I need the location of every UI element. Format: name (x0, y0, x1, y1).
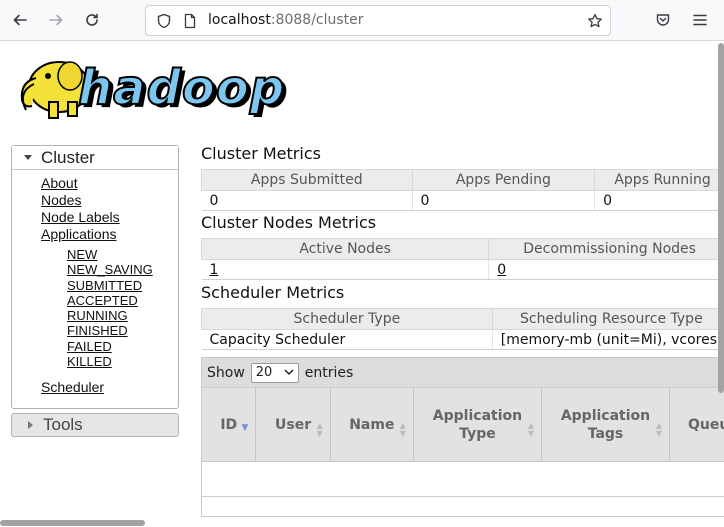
menu-icon[interactable] (692, 12, 708, 28)
page-icon[interactable] (182, 13, 198, 29)
pocket-icon[interactable] (655, 12, 671, 28)
horizontal-scrollbar[interactable] (0, 520, 145, 526)
back-button[interactable] (6, 6, 34, 34)
metrics-header: Apps Pending (411, 169, 596, 191)
app-state-links: NEW NEW_SAVING SUBMITTED ACCEPTED RUNNIN… (67, 247, 153, 369)
cluster-nav-panel: Cluster About Nodes Node Labels Applicat… (11, 145, 179, 409)
metrics-value: 0 (411, 190, 595, 211)
browser-toolbar: localhost:8088/cluster (0, 0, 724, 41)
cluster-metrics-title: Cluster Metrics (201, 144, 321, 163)
page-length-value: 20 (255, 365, 273, 380)
app-state-accepted[interactable]: ACCEPTED (67, 293, 153, 308)
metrics-header: Scheduling Resource Type (491, 308, 724, 330)
column-header-application-tags[interactable]: Application Tags ▲ ▼ (542, 388, 670, 461)
column-header-name[interactable]: Name ▲ ▼ (331, 388, 414, 461)
metrics-value: 0 (594, 190, 724, 211)
nav-link-applications[interactable]: Applications (41, 226, 153, 243)
column-label: Name (349, 416, 395, 433)
cluster-nav-header[interactable]: Cluster (12, 146, 178, 170)
metrics-value: 0 (488, 259, 724, 280)
metrics-header: Active Nodes (200, 238, 490, 260)
scheduler-metrics-title: Scheduler Metrics (201, 283, 345, 302)
column-header-user[interactable]: User ▲ ▼ (256, 388, 331, 461)
tools-nav-title: Tools (43, 415, 83, 434)
sort-both-icon: ▲ ▼ (655, 421, 662, 438)
chevron-down-icon (284, 369, 294, 376)
app-state-failed[interactable]: FAILED (67, 339, 153, 354)
scheduler-metrics-table: Scheduler Type Scheduling Resource Type … (201, 308, 724, 350)
active-nodes-link[interactable]: 1 (210, 262, 219, 278)
metrics-header: Decommissioning Nodes (488, 238, 724, 260)
sort-both-icon: ▲ ▼ (399, 421, 406, 438)
column-label: User (275, 416, 312, 433)
url-bar[interactable]: localhost:8088/cluster (145, 5, 611, 36)
star-icon[interactable] (587, 13, 603, 29)
cluster-nav-title: Cluster (41, 147, 95, 167)
cluster-nav-links: About Nodes Node Labels Applications NEW… (41, 175, 153, 396)
metrics-value: [memory-mb (unit=Mi), vcores] (491, 329, 724, 350)
cluster-metrics-table: Apps Submitted Apps Pending Apps Running… (201, 169, 724, 211)
arrow-right-icon (49, 14, 63, 26)
forward-button[interactable] (42, 6, 70, 34)
url-text[interactable]: localhost:8088/cluster (208, 12, 364, 28)
hadoop-wordmark: hadoop (77, 59, 286, 117)
column-header-application-type[interactable]: Application Type ▲ ▼ (414, 388, 542, 461)
table-row (202, 462, 724, 497)
decommissioning-nodes-link[interactable]: 0 (497, 262, 506, 278)
metrics-value: Capacity Scheduler (201, 329, 493, 350)
nodes-metrics-table: Active Nodes Decommissioning Nodes 1 0 (200, 238, 724, 280)
metrics-value: 1 (201, 259, 489, 280)
nav-link-node-labels[interactable]: Node Labels (41, 209, 153, 226)
column-label: Application Type (432, 407, 523, 442)
column-label: ID (220, 416, 238, 433)
entries-label: entries (304, 364, 354, 381)
applications-table: Show 20 entries ID ▼ User ▲ ▼ Name ▲ ▼ App… (201, 357, 724, 517)
metrics-header: Apps Running (594, 169, 724, 191)
nav-link-about[interactable]: About (41, 175, 153, 192)
page-length-control: Show 20 entries (202, 358, 724, 387)
metrics-header: Scheduler Type (201, 308, 493, 330)
url-path: :8088/cluster (270, 12, 364, 28)
tools-nav-header[interactable]: Tools (11, 413, 179, 437)
metrics-value: 0 (201, 190, 413, 211)
metrics-header: Apps Submitted (201, 169, 413, 191)
app-state-running[interactable]: RUNNING (67, 308, 153, 323)
nav-link-nodes[interactable]: Nodes (41, 192, 153, 209)
app-state-new[interactable]: NEW (67, 247, 153, 262)
column-header-queue[interactable]: Queue (670, 388, 724, 461)
nodes-metrics-title: Cluster Nodes Metrics (201, 213, 377, 232)
table-header-row: ID ▼ User ▲ ▼ Name ▲ ▼ Application Type ▲ ▼… (202, 387, 724, 462)
column-label: Application Tags (560, 407, 651, 442)
sort-both-icon: ▲ ▼ (316, 421, 323, 438)
show-label: Show (207, 364, 245, 381)
reload-button[interactable] (78, 6, 106, 34)
arrow-left-icon (13, 14, 27, 26)
column-label: Queue (688, 416, 724, 433)
column-header-id[interactable]: ID ▼ (202, 388, 257, 461)
nav-link-scheduler[interactable]: Scheduler (41, 379, 153, 396)
url-host: localhost (208, 12, 271, 28)
vertical-scrollbar[interactable] (718, 43, 724, 393)
page-length-select[interactable]: 20 (250, 362, 299, 383)
expand-triangle-icon (24, 155, 32, 160)
sort-desc-icon: ▼ (241, 423, 249, 433)
reload-icon (86, 13, 98, 26)
app-state-submitted[interactable]: SUBMITTED (67, 278, 153, 293)
app-state-killed[interactable]: KILLED (67, 354, 153, 369)
app-state-new-saving[interactable]: NEW_SAVING (67, 262, 153, 277)
shield-icon[interactable] (156, 13, 172, 29)
app-state-finished[interactable]: FINISHED (67, 323, 153, 338)
sort-both-icon: ▲ ▼ (527, 421, 534, 438)
collapsed-triangle-icon (28, 421, 33, 429)
